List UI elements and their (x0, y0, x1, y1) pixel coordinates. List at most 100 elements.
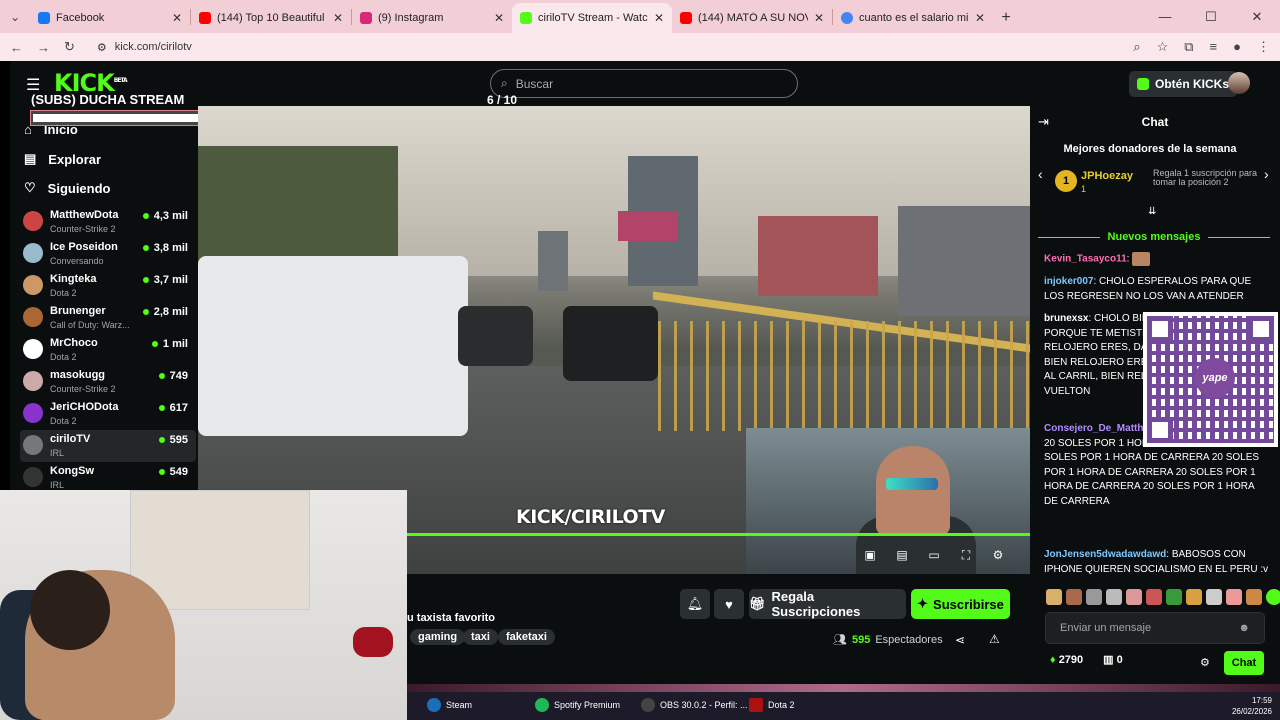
pinned-expand-icon[interactable]: ⇊ (1148, 206, 1156, 217)
zoom-icon[interactable]: ⌕ (1133, 39, 1140, 55)
extensions-icon[interactable]: ⧉ (1184, 39, 1193, 55)
report-warning-icon[interactable]: ⚠ (989, 632, 1000, 646)
emote-icon[interactable] (1226, 589, 1242, 605)
emote-icon[interactable] (1106, 589, 1122, 605)
close-icon[interactable]: ✕ (172, 11, 182, 25)
clip-icon[interactable]: ▤ (895, 548, 909, 562)
search-input[interactable]: ⌕ Buscar (490, 69, 798, 98)
sidebar-channel[interactable]: Kingteka Dota 2 3,7 mil (20, 270, 196, 302)
emote-icon[interactable] (1246, 589, 1262, 605)
maximize-button[interactable]: ☐ (1188, 0, 1234, 33)
channel-category: Call of Duty: Warz... (50, 320, 130, 330)
chevron-left-icon[interactable]: ‹ (1038, 166, 1043, 182)
chevron-right-icon[interactable]: › (1264, 166, 1269, 182)
sidebar-channel[interactable]: Ice Poseidon Conversando 3,8 mil (20, 238, 196, 270)
emote-icon[interactable] (1166, 589, 1182, 605)
google-icon (841, 12, 853, 24)
new-messages-divider[interactable]: Nuevos mensajes (1038, 231, 1270, 243)
close-icon[interactable]: ✕ (333, 11, 343, 25)
donor-sub-count: 1 (1081, 184, 1087, 194)
gift-subs-button[interactable]: 🎁︎ Regala Suscripciones (749, 589, 906, 619)
channel-viewers: 749 (158, 370, 188, 382)
tab-facebook[interactable]: Facebook ✕ (30, 3, 190, 33)
chat-username[interactable]: JonJensen5dwadawdawd (1044, 549, 1166, 560)
close-window-button[interactable]: ✕ (1234, 0, 1280, 33)
miniplayer-icon[interactable]: ▣ (863, 548, 877, 562)
get-kicks-button[interactable]: Obtén KICKs (1129, 71, 1238, 97)
url-field[interactable]: ⚙ kick.com/cirilotv (88, 35, 1120, 59)
tag-faketaxi[interactable]: faketaxi (498, 629, 555, 645)
sidebar-channel[interactable]: JeriCHODota Dota 2 617 (20, 398, 196, 430)
subscribe-label: Suscribirse (933, 596, 1004, 612)
emoji-icon[interactable]: ☻ (1238, 622, 1250, 634)
overlay-goal-count: 6 / 10 (487, 93, 518, 107)
forward-icon[interactable]: → (37, 40, 50, 55)
menu-icon[interactable]: ⋮ (1257, 39, 1270, 55)
sidebar-channel[interactable]: MrChoco Dota 2 1 mil (20, 334, 196, 366)
tab-google[interactable]: cuanto es el salario minimo en ✕ (833, 3, 993, 33)
follow-heart-button[interactable]: ♥ (714, 589, 744, 619)
settings-gear-icon[interactable]: ⚙ (991, 548, 1005, 562)
chat-settings-icon[interactable]: ⚙ (1200, 656, 1210, 669)
taskbar-steam[interactable]: Steam (427, 698, 472, 712)
theater-mode-icon[interactable]: ▭ (927, 548, 941, 562)
tab-youtube-1[interactable]: (144) Top 10 Beautiful Places to ✕ (191, 3, 351, 33)
emote-icon[interactable] (1066, 589, 1082, 605)
sidebar-channel[interactable]: MatthewDota Counter-Strike 2 4,3 mil (20, 206, 196, 238)
back-icon[interactable]: ← (10, 40, 23, 55)
youtube-icon (680, 12, 692, 24)
tab-instagram[interactable]: (9) Instagram ✕ (352, 3, 512, 33)
taskbar-spotify[interactable]: Spotify Premium (535, 698, 620, 712)
nav-following[interactable]: ♡ Siguiendo (24, 180, 111, 196)
tag-gaming[interactable]: gaming (410, 629, 466, 645)
new-tab-button[interactable]: + (993, 3, 1019, 33)
emote-icon[interactable] (1086, 589, 1102, 605)
emote-icon[interactable] (1046, 589, 1062, 605)
profile-icon[interactable]: ● (1233, 39, 1241, 55)
donor-name[interactable]: JPHoezay (1081, 170, 1133, 182)
tab-kick[interactable]: ciriloTV Stream - Watch Live ✕ (512, 3, 672, 33)
tab-search-icon[interactable]: ⌄ (0, 0, 30, 33)
chat-username[interactable]: injoker007 (1044, 276, 1093, 287)
emote-icon[interactable] (1186, 589, 1202, 605)
kicks-balance[interactable]: ♦ 2790 (1050, 654, 1083, 666)
nav-explore[interactable]: ▤ Explorar (24, 151, 101, 167)
live-dot-icon (158, 437, 165, 443)
reload-icon[interactable]: ↻ (64, 39, 75, 55)
site-info-icon[interactable]: ⚙ (97, 41, 107, 54)
close-icon[interactable]: ✕ (975, 11, 985, 25)
taskbar-dota[interactable]: Dota 2 (749, 698, 795, 712)
chat-message-input[interactable]: Enviar un mensaje ☻ (1045, 612, 1265, 644)
kicks-icon (1137, 78, 1149, 90)
close-icon[interactable]: ✕ (814, 11, 824, 25)
minimize-button[interactable]: — (1142, 0, 1188, 33)
chat-send-button[interactable]: Chat (1224, 651, 1264, 675)
subscribe-button[interactable]: ✦ Suscribirse (911, 589, 1010, 619)
chat-message: JonJensen5dwadawdawd: BABOSOS CON IPHONE… (1044, 549, 1269, 575)
taskbar-obs[interactable]: OBS 30.0.2 - Perfil: ... (641, 698, 748, 712)
emote-icon[interactable] (1206, 589, 1222, 605)
tag-taxi[interactable]: taxi (463, 629, 498, 645)
sidebar-channel[interactable]: masokugg Counter-Strike 2 749 (20, 366, 196, 398)
emote-icon[interactable] (1146, 589, 1162, 605)
bookmark-star-icon[interactable]: ☆ (1157, 39, 1169, 55)
close-icon[interactable]: ✕ (494, 11, 504, 25)
media-icon[interactable]: ≡ (1210, 39, 1218, 55)
emote-icon[interactable] (1126, 589, 1142, 605)
sidebar-channel[interactable]: ciriloTV IRL 595 (20, 430, 196, 462)
chat-username[interactable]: Consejero_De_Matthew (1044, 423, 1157, 434)
chat-username[interactable]: brunexsx (1044, 313, 1088, 324)
close-icon[interactable]: ✕ (654, 11, 664, 25)
fullscreen-icon[interactable]: ⛶ (959, 548, 973, 562)
emote-image (1132, 252, 1151, 266)
chat-username[interactable]: Kevin_Tasayco11 (1044, 254, 1127, 265)
share-icon[interactable]: ⋖ (955, 633, 965, 647)
gift-subs-label: Regala Suscripciones (771, 589, 861, 619)
gifts-balance[interactable]: ▥ 0 (1103, 653, 1123, 666)
notifications-bell-button[interactable]: 🔔︎ (680, 589, 710, 619)
user-avatar[interactable] (1228, 72, 1250, 94)
taskbar-clock[interactable]: 17:59 26/02/2026 (1232, 695, 1272, 717)
sidebar-channel[interactable]: Brunenger Call of Duty: Warz... 2,8 mil (20, 302, 196, 334)
emote-icon[interactable] (1266, 589, 1280, 605)
tab-youtube-2[interactable]: (144) MATÓ A SU NOVIO, LO CO ✕ (672, 3, 832, 33)
